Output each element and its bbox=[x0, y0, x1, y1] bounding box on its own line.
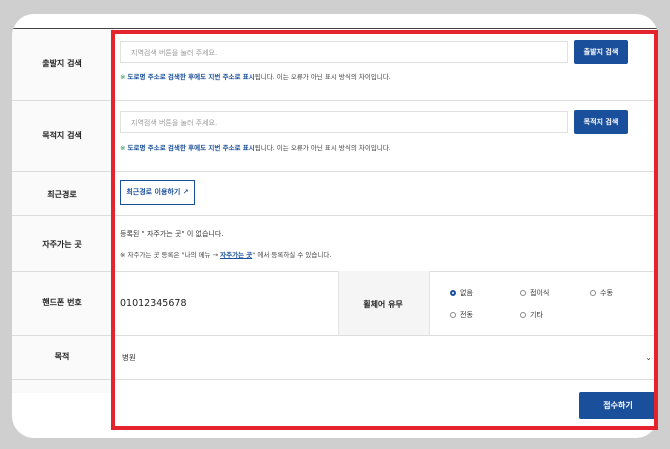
departure-note: ※ 도로명 주소로 검색한 후에도 지번 주소로 표시됩니다. 이는 오류가 아… bbox=[120, 73, 391, 81]
row-divider bbox=[12, 335, 658, 336]
wheelchair-option-folding[interactable]: 접이식 bbox=[520, 288, 549, 298]
phone-value[interactable]: 01012345678 bbox=[120, 298, 187, 309]
external-link-icon: ↗ bbox=[182, 188, 189, 196]
submit-button[interactable]: 접수하기 bbox=[579, 392, 657, 419]
favorites-note: ※ 자주가는 곳 등록은 "나의 메뉴 → 자주가는 곳" 에서 등록하실 수 … bbox=[120, 251, 332, 259]
departure-label: 출발지 검색 bbox=[42, 59, 82, 68]
wheelchair-option-manual[interactable]: 수동 bbox=[590, 288, 613, 298]
row-divider bbox=[12, 379, 658, 380]
wheelchair-option-other[interactable]: 기타 bbox=[520, 310, 543, 320]
row-divider bbox=[12, 215, 658, 216]
recent-route-button[interactable]: 최근경로 이용하기 ↗ bbox=[120, 180, 195, 205]
wheelchair-option-none[interactable]: 없음 bbox=[450, 288, 473, 298]
destination-note: ※ 도로명 주소로 검색한 후에도 지번 주소로 표시됩니다. 이는 오류가 아… bbox=[120, 144, 391, 152]
row-divider bbox=[12, 271, 658, 272]
wheelchair-label: 휠체어 유무 bbox=[363, 300, 403, 309]
radio-icon bbox=[520, 290, 526, 296]
purpose-label: 목적 bbox=[54, 352, 70, 361]
reservation-form-card: 출발지 검색 지역검색 버튼을 눌러 주세요. 출발지 검색 ※ 도로명 주소로… bbox=[12, 14, 658, 438]
destination-label: 목적지 검색 bbox=[42, 131, 82, 140]
label-column bbox=[12, 29, 113, 393]
recent-label: 최근경로 bbox=[47, 190, 77, 199]
radio-icon bbox=[590, 290, 596, 296]
destination-search-button[interactable]: 목적지 검색 bbox=[574, 110, 628, 134]
row-divider bbox=[12, 171, 658, 172]
radio-selected-icon bbox=[450, 290, 456, 296]
favorites-empty-text: 등록된 " 자주가는 곳" 이 없습니다. bbox=[120, 230, 224, 238]
row-divider bbox=[12, 100, 658, 101]
chevron-down-icon: ⌄ bbox=[645, 353, 652, 362]
radio-icon bbox=[450, 312, 456, 318]
purpose-select[interactable]: 병원 ⌄ bbox=[114, 347, 656, 369]
destination-input[interactable]: 지역검색 버튼을 눌러 주세요. bbox=[120, 111, 568, 133]
wheelchair-option-electric[interactable]: 전동 bbox=[450, 310, 473, 320]
favorites-link[interactable]: 자주가는 곳 bbox=[220, 251, 252, 259]
departure-search-button[interactable]: 출발지 검색 bbox=[574, 40, 628, 64]
departure-input[interactable]: 지역검색 버튼을 눌러 주세요. bbox=[120, 41, 568, 63]
radio-icon bbox=[520, 312, 526, 318]
phone-label: 핸드폰 번호 bbox=[42, 298, 82, 307]
favorites-label: 자주가는 곳 bbox=[42, 240, 82, 249]
